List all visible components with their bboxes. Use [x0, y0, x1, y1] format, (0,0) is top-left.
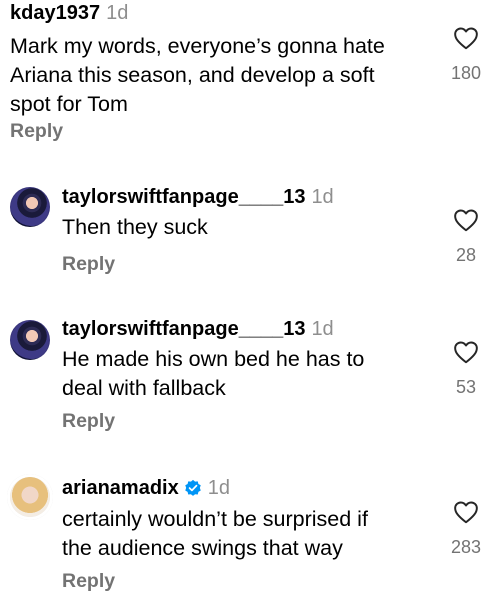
heart-outline-icon[interactable]	[446, 208, 486, 232]
avatar[interactable]	[10, 477, 50, 517]
like-control: 180	[446, 26, 486, 84]
reply-button[interactable]: Reply	[62, 253, 115, 276]
like-count: 180	[450, 63, 482, 83]
comment-username[interactable]: taylorswiftfanpage____13	[62, 186, 305, 208]
comment-text-line: He made his own bed he has to	[62, 347, 365, 371]
comment-username[interactable]: arianamadix	[62, 477, 179, 499]
comment-text-line: Mark my words, everyone’s gonna hate	[10, 34, 385, 58]
comment-username[interactable]: kday1937	[10, 2, 100, 24]
comment-text-line: spot for Tom	[10, 92, 128, 116]
avatar[interactable]	[10, 320, 50, 360]
reply-button[interactable]: Reply	[10, 120, 63, 143]
comment-text-line: Ariana this season, and develop a soft	[10, 63, 375, 87]
reply-button[interactable]: Reply	[62, 570, 115, 593]
comment-text-line: deal with fallback	[62, 376, 226, 400]
heart-outline-icon[interactable]	[446, 340, 486, 364]
comment-text-line: Then they suck	[62, 215, 208, 239]
like-count: 283	[450, 537, 482, 557]
like-count: 28	[455, 245, 477, 265]
comment-timestamp: 1d	[207, 477, 230, 499]
comment-timestamp: 1d	[311, 186, 334, 208]
comment-header: arianamadix 1d	[62, 477, 230, 502]
comment-text: Mark my words, everyone’s gonna hate Ari…	[10, 32, 385, 119]
avatar[interactable]	[10, 187, 50, 227]
comment-header: taylorswiftfanpage____13 1d	[62, 186, 334, 209]
reply-button[interactable]: Reply	[62, 410, 115, 433]
comment-text: Then they suck	[62, 213, 208, 242]
like-control: 28	[446, 208, 486, 266]
heart-outline-icon[interactable]	[446, 500, 486, 524]
comment-text: He made his own bed he has to deal with …	[62, 345, 364, 403]
comment-header: taylorswiftfanpage____13 1d	[62, 318, 334, 341]
like-control: 283	[446, 500, 486, 558]
comment-timestamp: 1d	[311, 318, 334, 340]
like-control: 53	[446, 340, 486, 398]
comment-text: certainly wouldn’t be surprised if the a…	[62, 505, 368, 563]
comment-text-line: certainly wouldn’t be surprised if	[62, 507, 368, 531]
comment-timestamp: 1d	[106, 2, 129, 24]
comment-text-line: the audience swings that way	[62, 536, 343, 560]
verified-badge-icon	[184, 479, 202, 502]
heart-outline-icon[interactable]	[446, 26, 486, 50]
like-count: 53	[455, 377, 477, 397]
comment-header: kday1937 1d	[10, 2, 128, 25]
comment-username[interactable]: taylorswiftfanpage____13	[62, 318, 305, 340]
